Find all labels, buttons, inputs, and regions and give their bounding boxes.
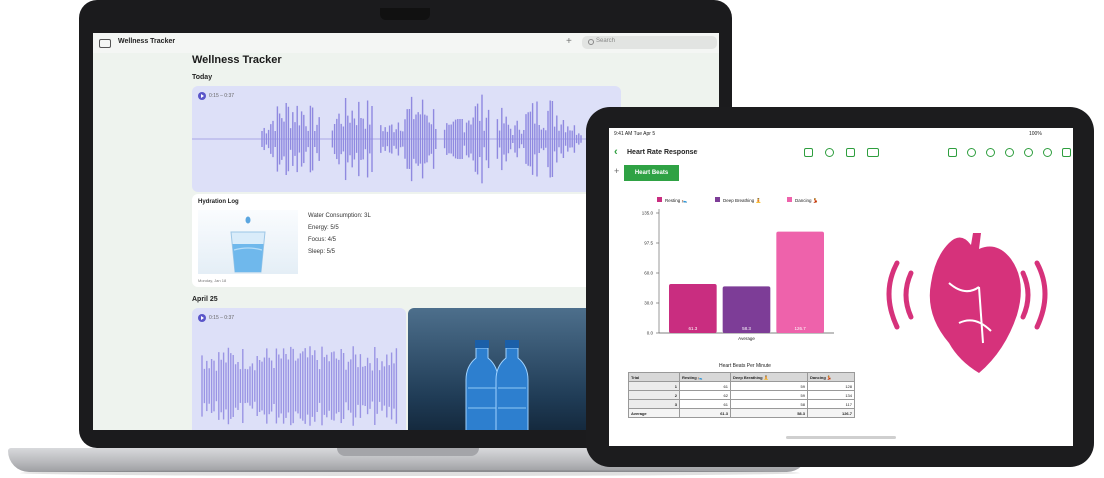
header-dancing[interactable]: Dancing 💃 [807, 372, 855, 382]
table-cell[interactable]: 59 [730, 381, 808, 391]
search-placeholder: Search [596, 38, 616, 44]
macbook-shadow [20, 470, 800, 476]
audio-entry-card[interactable]: 0:15 – 0:37 [192, 86, 621, 192]
table-cell[interactable]: 1 [628, 381, 680, 391]
bar [776, 231, 824, 333]
y-tick-label: 60.0 [644, 271, 653, 276]
sleep-rating: Sleep: 5/5 [308, 249, 336, 255]
table-cell[interactable]: 58 [730, 399, 808, 409]
table-row: 1 61 59 128 [628, 381, 855, 391]
legend-swatch [715, 197, 720, 202]
table-cell[interactable]: 59 [730, 390, 808, 400]
table-cell[interactable]: 128 [807, 381, 855, 391]
y-tick-label: 97.5 [644, 241, 653, 246]
hydration-stats: Water Consumption: 3L Energy: 5/5 Focus:… [308, 210, 371, 258]
legend-swatch [787, 197, 792, 202]
water-consumption: Water Consumption: 3L [308, 213, 371, 219]
window-toolbar: Wellness Tracker + Search [93, 33, 719, 53]
y-tick-label: 30.0 [644, 301, 653, 306]
header-trial[interactable]: Trial [628, 372, 680, 382]
header-deep-breathing[interactable]: Deep Breathing 🧘 [730, 372, 808, 382]
entry-date: Monday, Jan 18 [198, 278, 227, 283]
audio-waveform-2 [201, 346, 398, 426]
table-cell[interactable]: 62 [679, 390, 731, 400]
legend-label: Dancing 💃 [795, 197, 818, 204]
table-cell[interactable]: 2 [628, 390, 680, 400]
heart-icon [886, 233, 1048, 373]
table-row: 2 62 59 134 [628, 390, 855, 400]
legend-label: Resting 🛌 [665, 198, 688, 203]
bar-data-label: 58.3 [742, 326, 751, 331]
hydration-log-card[interactable]: Hydration Log Water Consumption: 3L Ener… [192, 194, 621, 287]
audio-waveform [192, 94, 621, 184]
data-table[interactable]: Trial Resting 🛌 Deep Breathing 🧘 Dancing… [628, 372, 855, 418]
ipad-screen: 9:41 AM Tue Apr 5 100% ‹ Heart Rate Resp… [609, 128, 1073, 446]
focus-rating: Focus: 4/5 [308, 237, 337, 243]
table-cell[interactable]: 134 [807, 390, 855, 400]
x-category-label: Average [738, 336, 755, 341]
table-cell[interactable]: 58.3 [730, 408, 808, 418]
table-cell[interactable]: 126.7 [807, 408, 855, 418]
y-tick-label: 0.0 [647, 331, 654, 336]
table-title: Heart Beats Per Minute [719, 363, 771, 369]
legend-label: Deep Breathing 🧘 [723, 197, 762, 203]
y-tick-label: 135.0 [642, 211, 654, 216]
table-header-row: Trial Resting 🛌 Deep Breathing 🧘 Dancing… [628, 372, 855, 382]
hydration-title: Hydration Log [198, 199, 239, 205]
macbook-opening-lip [337, 448, 479, 456]
energy-rating: Energy: 5/5 [308, 225, 339, 231]
table-cell[interactable]: Average [628, 408, 680, 418]
search-input[interactable]: Search [582, 36, 717, 49]
table-cell[interactable]: 61 [679, 399, 731, 409]
audio-entry-card-2[interactable]: 0:15 – 0:37 [192, 308, 406, 430]
page-title: Wellness Tracker [192, 54, 282, 66]
section-heading-april: April 25 [192, 296, 218, 303]
table-average-row: Average 61.3 58.3 126.7 [628, 408, 855, 418]
table-row: 3 61 58 117 [628, 399, 855, 409]
section-heading-today: Today [192, 74, 213, 81]
legend-swatch [657, 197, 662, 202]
table-cell[interactable]: 117 [807, 399, 855, 409]
app-title: Wellness Tracker [118, 38, 176, 45]
home-indicator [786, 436, 896, 439]
bar-data-label: 61.3 [688, 326, 697, 331]
water-glass-image [198, 210, 298, 274]
water-glass-icon [230, 216, 266, 273]
sidebar-toggle-icon[interactable] [99, 39, 111, 48]
camera-notch [380, 8, 430, 20]
bar-data-label: 126.7 [795, 326, 807, 331]
table-cell[interactable]: 61 [679, 381, 731, 391]
table-cell[interactable]: 61.3 [679, 408, 731, 418]
new-entry-button[interactable]: + [566, 36, 572, 47]
search-icon [588, 39, 594, 45]
table-cell[interactable]: 3 [628, 399, 680, 409]
header-resting[interactable]: Resting 🛌 [679, 372, 731, 382]
